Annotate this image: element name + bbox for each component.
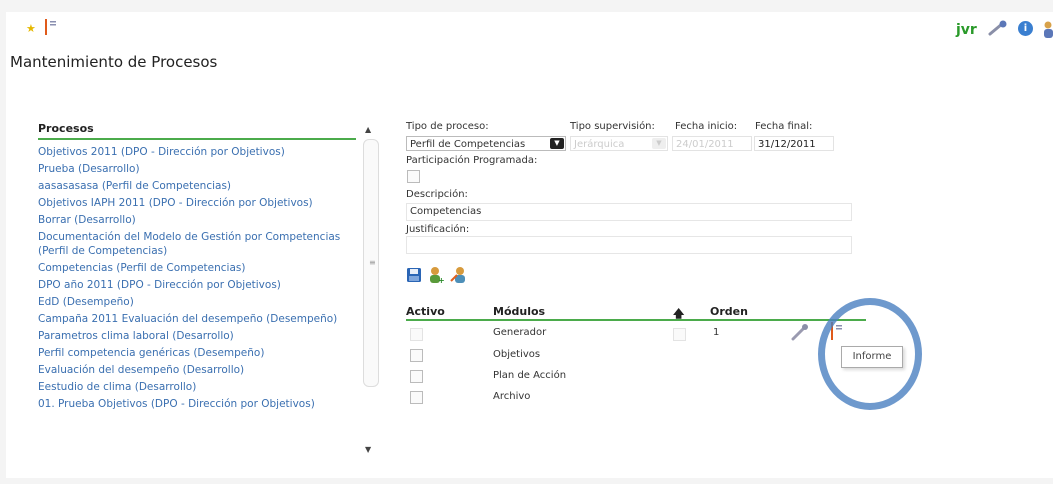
process-list-item[interactable]: Objetivos 2011 (DPO - Dirección por Obje… <box>38 145 356 159</box>
process-list-item[interactable]: Eestudio de clima (Desarrollo) <box>38 380 356 394</box>
svg-text:+: + <box>438 276 445 284</box>
col-activo: Activo <box>406 305 445 318</box>
process-list-item[interactable]: Parametros clima laboral (Desarrollo) <box>38 329 356 343</box>
process-list-item[interactable]: EdD (Desempeño) <box>38 295 356 309</box>
tipo-proceso-label: Tipo de proceso: <box>406 121 489 132</box>
tipo-supervision-select: Jerárquica ▼ <box>570 136 668 151</box>
scroll-down-icon[interactable]: ▼ <box>365 445 371 454</box>
module-name: Plan de Acción <box>493 370 567 381</box>
tipo-supervision-label: Tipo supervisión: <box>570 121 655 132</box>
wrench-icon[interactable] <box>987 20 1009 36</box>
process-list-item[interactable]: Competencias (Perfil de Competencias) <box>38 261 356 275</box>
process-list-item[interactable]: DPO año 2011 (DPO - Dirección por Objeti… <box>38 278 356 292</box>
participacion-label: Participación Programada: <box>406 155 538 166</box>
add-user-icon[interactable]: + <box>427 266 445 284</box>
process-list: Objetivos 2011 (DPO - Dirección por Obje… <box>38 145 356 459</box>
tipo-proceso-select[interactable]: Perfil de Competencias ▼ <box>406 136 566 151</box>
module-order-checkbox <box>673 328 686 341</box>
module-name: Archivo <box>493 391 531 402</box>
chevron-down-icon: ▼ <box>652 138 666 149</box>
star-icon[interactable]: ★ <box>26 22 36 35</box>
module-name: Generador <box>493 327 547 338</box>
sort-arrow-icon[interactable]: 🡅 <box>673 305 684 324</box>
fecha-final-label: Fecha final: <box>755 121 813 132</box>
process-list-item[interactable]: 01. Prueba Objetivos (DPO - Dirección po… <box>38 397 356 411</box>
process-list-item[interactable]: aasasasasa (Perfil de Competencias) <box>38 179 356 193</box>
participacion-checkbox[interactable] <box>407 170 420 183</box>
process-list-item[interactable]: Campaña 2011 Evaluación del desempeño (D… <box>38 312 356 326</box>
scroll-grip-icon[interactable]: ≡ <box>369 258 376 267</box>
process-list-item[interactable]: Evaluación del desempeño (Desarrollo) <box>38 363 356 377</box>
fecha-inicio-label: Fecha inicio: <box>675 121 738 132</box>
descripcion-label: Descripción: <box>406 189 468 200</box>
save-icon[interactable] <box>406 267 422 283</box>
report-icon[interactable] <box>44 19 58 35</box>
justificacion-field[interactable] <box>406 236 852 254</box>
chevron-down-icon[interactable]: ▼ <box>550 138 564 149</box>
table-header-line <box>406 319 866 321</box>
fecha-inicio-field: 24/01/2011 <box>672 136 752 151</box>
justificacion-label: Justificación: <box>406 224 470 235</box>
module-active-checkbox <box>410 328 423 341</box>
scroll-track[interactable]: ≡ <box>363 139 379 387</box>
module-order: 1 <box>713 327 720 338</box>
module-active-checkbox[interactable] <box>410 391 423 404</box>
page-title: Mantenimiento de Procesos <box>10 53 218 71</box>
module-active-checkbox[interactable] <box>410 370 423 383</box>
tipo-supervision-value: Jerárquica <box>574 139 625 150</box>
module-active-checkbox[interactable] <box>410 349 423 362</box>
highlight-circle <box>818 298 922 410</box>
fecha-final-field[interactable]: 31/12/2011 <box>754 136 834 151</box>
edit-user-icon[interactable] <box>450 266 468 284</box>
process-list-item[interactable]: Borrar (Desarrollo) <box>38 213 356 227</box>
scroll-up-icon[interactable]: ▲ <box>365 125 371 134</box>
person-icon[interactable] <box>1042 20 1053 38</box>
wrench-icon[interactable] <box>790 323 810 341</box>
descripcion-field[interactable]: Competencias <box>406 203 852 221</box>
process-list-header: Procesos <box>38 122 356 140</box>
info-icon[interactable]: i <box>1018 21 1033 36</box>
process-list-item[interactable]: Prueba (Desarrollo) <box>38 162 356 176</box>
process-list-scrollbar[interactable]: ▲ ≡ ▼ <box>362 125 379 460</box>
process-list-item[interactable]: Documentación del Modelo de Gestión por … <box>38 230 356 258</box>
module-name: Objetivos <box>493 349 541 360</box>
col-orden: Orden <box>710 305 748 318</box>
user-name[interactable]: jvr <box>956 22 977 38</box>
col-modulos: Módulos <box>493 305 546 318</box>
tipo-proceso-value: Perfil de Competencias <box>410 139 526 150</box>
process-list-item[interactable]: Objetivos IAPH 2011 (DPO - Dirección por… <box>38 196 356 210</box>
process-list-item[interactable]: Perfil competencia genéricas (Desempeño) <box>38 346 356 360</box>
